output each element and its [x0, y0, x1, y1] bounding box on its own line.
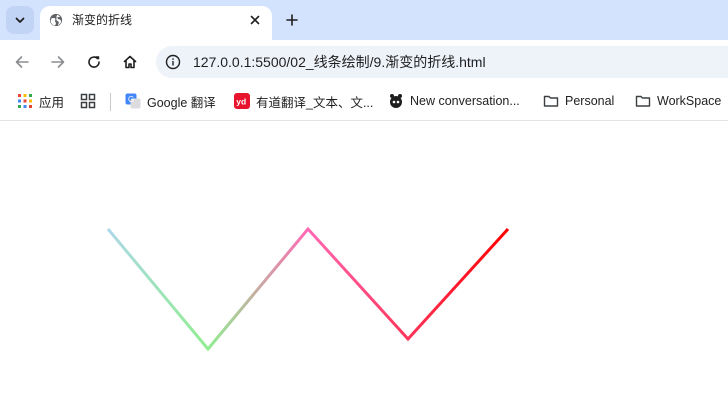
home-button[interactable] [117, 49, 143, 75]
home-icon [123, 55, 137, 69]
plus-icon [286, 14, 298, 26]
arrow-left-icon [15, 56, 29, 68]
address-bar[interactable]: 127.0.0.1:5500/02_线条绘制/9.渐变的折线.html [156, 46, 728, 78]
google-translate-icon: G [125, 93, 141, 109]
bookmark-label: 应用 [39, 95, 65, 110]
chevron-down-icon [15, 17, 25, 23]
svg-text:G: G [128, 95, 134, 104]
back-button[interactable] [9, 49, 35, 75]
browser-tab-active[interactable]: 渐变的折线 [40, 6, 272, 40]
bookmark-label: WorkSpace [657, 94, 722, 108]
close-icon [250, 15, 260, 25]
gradient-polyline [106, 226, 510, 352]
bookmark-label: 有道翻译_文本、文... [256, 95, 374, 110]
tab-close-button[interactable] [246, 11, 264, 29]
grid-icon [80, 93, 96, 109]
page-content [0, 121, 728, 398]
url-text[interactable]: 127.0.0.1:5500/02_线条绘制/9.渐变的折线.html [193, 53, 486, 71]
svg-text:yd: yd [236, 97, 246, 107]
bookmark-label: Google 翻译 [147, 95, 216, 110]
reload-button[interactable] [81, 49, 107, 75]
apps-grid-icon [18, 94, 32, 108]
canvas [106, 226, 510, 352]
bookmark-apps[interactable]: 应用 [17, 92, 64, 110]
bookmark-youdao[interactable]: yd 有道翻译_文本、文... [234, 92, 373, 110]
bookmark-new-conversation[interactable]: New conversation... [388, 92, 520, 110]
bot-icon [390, 94, 402, 108]
bookmarks-separator [110, 93, 111, 111]
bookmark-label: Personal [565, 94, 615, 108]
info-icon[interactable] [165, 54, 181, 70]
reload-icon [88, 56, 100, 68]
folder-icon [543, 95, 559, 107]
tab-title: 渐变的折线 [72, 13, 133, 27]
bookmark-folder-workspace[interactable]: WorkSpace [635, 92, 721, 110]
tab-strip: 渐变的折线 [0, 0, 728, 40]
bookmarks-bar: 应用 G Google 翻译 yd 有道翻译_文本、文... New conve… [0, 84, 728, 121]
bookmark-grid[interactable] [80, 92, 102, 110]
folder-icon [635, 95, 651, 107]
youdao-icon: yd [234, 93, 250, 109]
bookmark-label: New conversation... [410, 94, 520, 108]
globe-icon [49, 13, 63, 27]
forward-button[interactable] [45, 49, 71, 75]
new-tab-button[interactable] [280, 8, 304, 32]
browser-toolbar: 127.0.0.1:5500/02_线条绘制/9.渐变的折线.html [0, 40, 728, 84]
bookmark-google-translate[interactable]: G Google 翻译 [125, 92, 216, 110]
tab-search-button[interactable] [6, 6, 34, 34]
arrow-right-icon [51, 56, 65, 68]
bookmark-folder-personal[interactable]: Personal [543, 92, 614, 110]
